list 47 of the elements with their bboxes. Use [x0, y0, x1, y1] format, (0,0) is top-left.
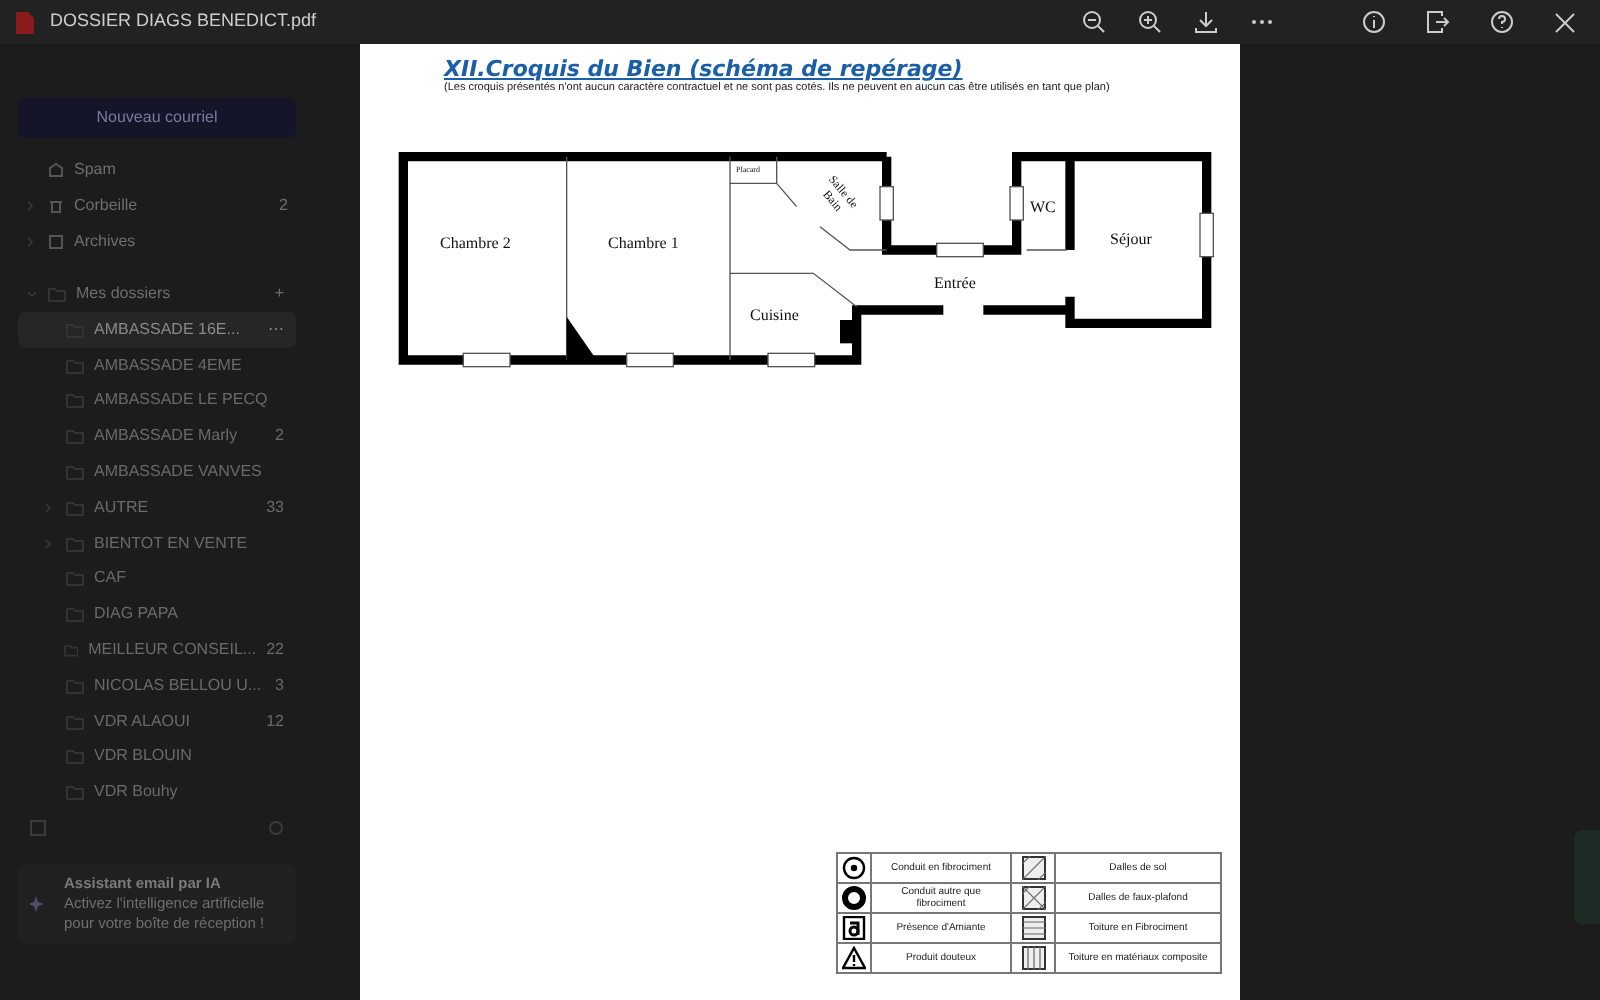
folder-item[interactable]: AMBASSADE 4EME	[18, 347, 296, 384]
sidebar-item[interactable]: Corbeille 2	[18, 188, 296, 224]
diagonal-hatch-icon	[1021, 856, 1045, 880]
zoom-in-icon[interactable]	[1138, 10, 1162, 34]
folder-item[interactable]: AMBASSADE LE PECQ	[18, 383, 296, 419]
room-label: Entrée	[934, 272, 976, 296]
circle-dot-symbol-icon	[842, 856, 866, 880]
folder-item[interactable]: VDR Bouhy	[18, 774, 296, 811]
folder-item[interactable]: AUTRE 33	[18, 489, 296, 526]
close-icon[interactable]	[1554, 11, 1576, 33]
sidebar-item[interactable]: Archives	[18, 224, 296, 260]
folder-item[interactable]: AMBASSADE 16E... ⋯	[18, 312, 296, 348]
spam-icon	[48, 162, 64, 178]
warning-symbol-icon	[842, 946, 866, 970]
trash-icon	[48, 198, 64, 214]
folder-item[interactable]: NICOLAS BELLOU U... 3	[18, 667, 296, 704]
folder-item[interactable]: AMBASSADE Marly 2	[18, 418, 296, 455]
letter-symbol-icon	[842, 916, 866, 940]
cross-hatch-icon	[1021, 886, 1045, 910]
folder-item[interactable]: AMBASSADE VANVES	[18, 454, 296, 490]
folder-item[interactable]: MEILLEUR CONSEIL... 22	[18, 632, 296, 668]
info-icon[interactable]	[1362, 10, 1386, 34]
room-label: Chambre 1	[608, 232, 679, 256]
room-label: Séjour	[1110, 228, 1152, 252]
folders-header[interactable]: Mes dossiers +	[18, 276, 296, 312]
ring-symbol-icon	[842, 886, 866, 910]
new-email-button[interactable]: Nouveau courriel	[18, 98, 296, 138]
sidebar-item[interactable]: Spam	[18, 152, 296, 188]
zoom-out-icon[interactable]	[1082, 10, 1106, 34]
pdf-file-icon	[16, 11, 34, 33]
folder-item[interactable]: CAF	[18, 561, 296, 597]
folder-item[interactable]: BIENTOT EN VENTE	[18, 525, 296, 562]
room-label: Chambre 2	[440, 232, 511, 256]
room-label: Cuisine	[750, 304, 799, 328]
folder-item[interactable]: DIAG PAPA	[18, 596, 296, 633]
horizontal-hatch-icon	[1021, 916, 1045, 940]
room-label: WC	[1030, 196, 1056, 220]
download-icon[interactable]	[1194, 10, 1218, 34]
export-icon[interactable]	[1426, 10, 1450, 34]
file-name: DOSSIER DIAGS BENEDICT.pdf	[50, 8, 317, 35]
archive-icon	[48, 234, 64, 250]
help-icon[interactable]	[1490, 10, 1514, 34]
folder-item[interactable]: VDR ALAOUI 12	[18, 703, 296, 740]
folder-item[interactable]: VDR BLOUIN	[18, 739, 296, 775]
page-title: XII.Croquis du Bien (schéma de repérage)	[444, 56, 965, 82]
more-icon[interactable]	[1250, 18, 1274, 26]
vertical-hatch-icon	[1021, 946, 1045, 970]
